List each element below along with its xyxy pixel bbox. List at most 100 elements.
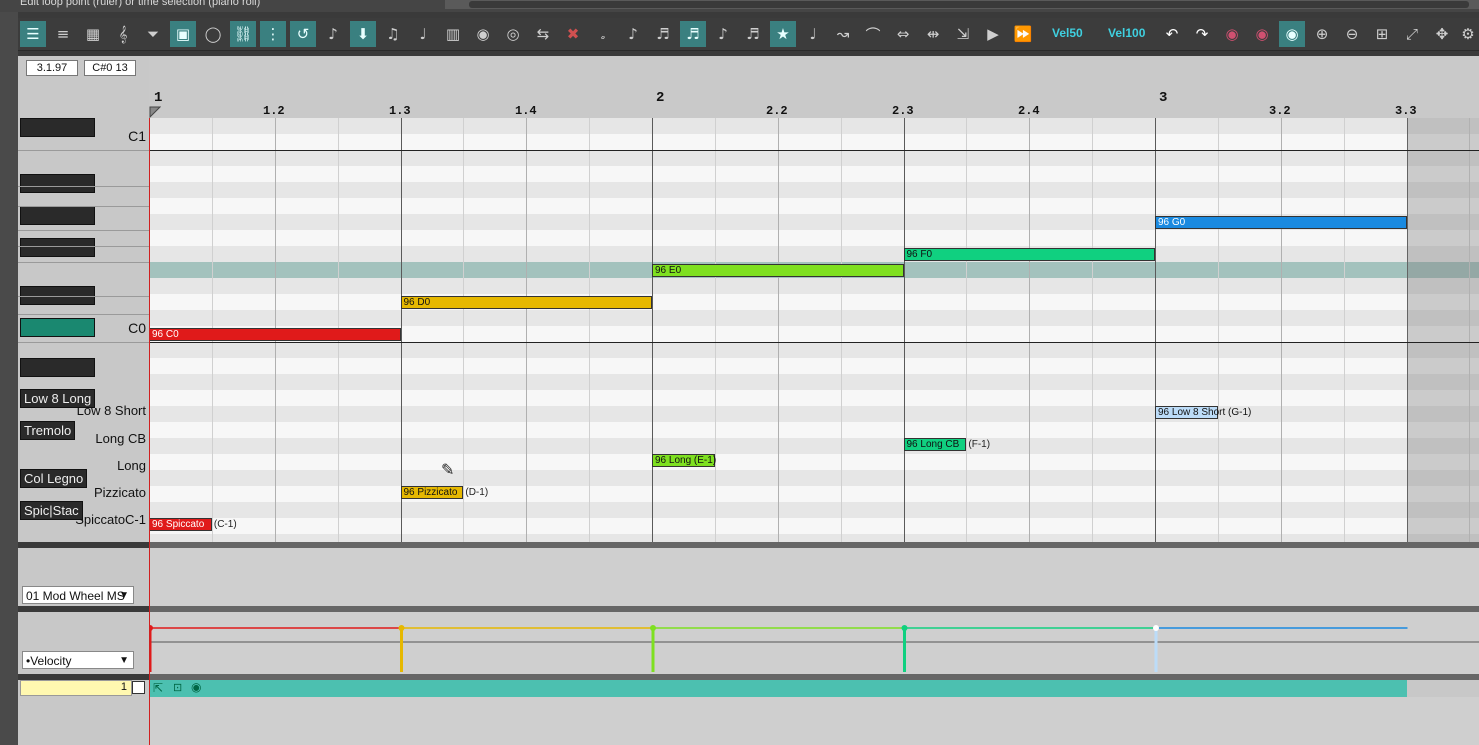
eighth-note-icon[interactable]: ♪ <box>620 21 646 47</box>
redo-icon[interactable]: ↷ <box>1189 21 1215 47</box>
articulation-label: Pizzicato <box>93 485 146 500</box>
midi-note[interactable]: 96 E0 <box>652 264 904 277</box>
track-bar[interactable]: ⇱ ⊡ ◉ <box>149 680 1407 697</box>
cc-lane[interactable] <box>149 548 1479 606</box>
overdub-icon[interactable]: ◎ <box>500 21 526 47</box>
marker-icon[interactable]: ⇲ <box>950 21 976 47</box>
list-icon[interactable]: ≡ <box>50 21 76 47</box>
articulation-key[interactable]: Low 8 Long <box>20 389 96 408</box>
zoom-h-in-icon[interactable]: ⊞ <box>1369 21 1395 47</box>
zoom-out-icon[interactable]: ⊖ <box>1339 21 1365 47</box>
split-icon[interactable]: ⇆ <box>530 21 556 47</box>
piano-roll-icon[interactable]: ☰ <box>20 21 46 47</box>
record-icon[interactable]: ◉ <box>470 21 496 47</box>
beyond-item-shade <box>1407 118 1479 542</box>
treble-clef-icon[interactable]: 𝄞 <box>110 21 136 47</box>
fit-icon[interactable]: ⤢ <box>1399 21 1425 47</box>
articulation-key[interactable]: Col Legno <box>20 469 88 488</box>
scroll-thumb[interactable] <box>469 1 1469 8</box>
vel50-button[interactable]: Vel50 <box>1052 26 1083 40</box>
quarter-note-icon[interactable]: ♩ <box>800 21 826 47</box>
loop-start-marker-icon[interactable] <box>149 106 161 118</box>
undo-icon[interactable]: ↶ <box>1159 21 1185 47</box>
black-key[interactable] <box>20 206 95 225</box>
grid-line <box>463 118 465 542</box>
dotted-note-icon[interactable]: ♪ <box>710 21 736 47</box>
triplet-icon[interactable]: ♬ <box>680 21 706 47</box>
fast-forward-icon[interactable]: ⏩ <box>1010 21 1036 47</box>
route-icon[interactable]: ⇱ <box>153 681 163 695</box>
compress-icon[interactable]: ⇹ <box>920 21 946 47</box>
note-editor-icon[interactable]: ▣ <box>170 21 196 47</box>
star-icon[interactable]: ★ <box>770 21 796 47</box>
midi-input-icon[interactable]: ⬇ <box>350 21 376 47</box>
velocity-stems[interactable] <box>149 612 1479 674</box>
curve-icon[interactable]: ⌒ <box>860 21 886 47</box>
note-icon[interactable]: ♩ <box>410 21 436 47</box>
keyboard-icon[interactable]: ▥ <box>440 21 466 47</box>
lock-icon[interactable]: ⊡ <box>173 681 182 694</box>
black-key[interactable] <box>20 318 95 337</box>
grid-row <box>149 486 1479 502</box>
grid-line <box>652 118 653 542</box>
key-divider <box>18 230 149 231</box>
zoom-in-icon[interactable]: ⊕ <box>1309 21 1335 47</box>
eye-icon[interactable]: ◉ <box>1279 21 1305 47</box>
midi-note[interactable]: 96 G0 <box>1155 216 1407 229</box>
grid-row <box>149 150 1479 166</box>
grid-line <box>714 118 716 542</box>
play-icon[interactable]: ▶ <box>980 21 1006 47</box>
sixteenth-note-icon[interactable]: ♬ <box>650 21 676 47</box>
link-icon[interactable]: ⛓ <box>230 21 256 47</box>
black-key[interactable] <box>20 238 95 257</box>
articulation-note[interactable]: 96 Pizzicato <box>400 486 464 499</box>
grid-row <box>149 182 1479 198</box>
grid-row <box>149 278 1479 294</box>
black-key[interactable] <box>20 358 95 377</box>
articulation-note[interactable]: 96 Long (E-1) <box>652 454 716 467</box>
articulation-note[interactable]: 96 Low 8 Short (G-1) <box>1155 406 1251 419</box>
timeline-ruler[interactable]: 1 2 3 1.2 1.3 1.4 2.2 2.3 2.4 3.2 3.3 <box>149 56 1479 118</box>
snap-grid-icon[interactable]: ⋮ <box>260 21 286 47</box>
articulation-key[interactable]: Spic|Stac <box>20 501 83 520</box>
top-scrollbar[interactable] <box>445 0 1479 9</box>
black-key[interactable] <box>20 118 95 137</box>
articulation-note[interactable]: 96 Long CB <box>903 438 967 451</box>
step-input-icon[interactable]: ♪ <box>320 21 346 47</box>
midi-note[interactable]: 96 D0 <box>400 296 652 309</box>
filter-icon[interactable]: ⏷ <box>140 21 166 47</box>
cc-lane-select[interactable]: 01 Mod Wheel MS ▼ <box>22 586 134 604</box>
note-length-icon[interactable]: 𝅗 <box>590 21 616 47</box>
glissando-icon[interactable]: ↝ <box>830 21 856 47</box>
grid-line <box>903 118 905 542</box>
show-cc-icon[interactable]: ◉ <box>1249 21 1275 47</box>
track-checkbox[interactable] <box>132 681 145 694</box>
black-key[interactable] <box>20 174 95 193</box>
vel100-button[interactable]: Vel100 <box>1108 26 1145 40</box>
stretch-icon[interactable]: ⇔ <box>890 21 916 47</box>
lasso-icon[interactable]: ◯ <box>200 21 226 47</box>
note-grid[interactable]: 96 C0 96 D0 96 E0 96 F0 96 G0 96 Spiccato (C-1… <box>149 118 1479 542</box>
grid-row <box>149 390 1479 406</box>
quantize-icon[interactable]: ♫ <box>380 21 406 47</box>
track-number-field[interactable]: 1 <box>20 680 132 696</box>
midi-note[interactable]: 96 F0 <box>903 248 1155 261</box>
grid-icon[interactable]: ▦ <box>80 21 106 47</box>
beat-label: 2.4 <box>1018 104 1040 118</box>
key-label-c0: C0 <box>128 320 146 336</box>
pan-icon[interactable]: ✥ <box>1429 21 1455 47</box>
eye-icon[interactable]: ◉ <box>191 680 201 694</box>
midi-note[interactable]: 96 C0 <box>149 328 401 341</box>
grid-row <box>149 198 1479 214</box>
grid-row <box>149 166 1479 182</box>
piano-keyboard[interactable]: 3.1.97 C#0 13 C1 C0 Low 8 Short Long CB Long… <box>18 56 149 542</box>
settings-icon[interactable]: ⚙ <box>1455 21 1479 47</box>
delete-icon[interactable]: ✖ <box>560 21 586 47</box>
articulation-note[interactable]: 96 Spiccato <box>149 518 212 531</box>
velocity-lane-select[interactable]: •Velocity ▼ <box>22 651 134 669</box>
articulation-key[interactable]: Tremolo <box>20 421 76 440</box>
loop-icon[interactable]: ↺ <box>290 21 316 47</box>
grid-line <box>400 118 402 542</box>
thirty-second-note-icon[interactable]: ♬ <box>740 21 766 47</box>
hide-cc-icon[interactable]: ◉ <box>1219 21 1245 47</box>
